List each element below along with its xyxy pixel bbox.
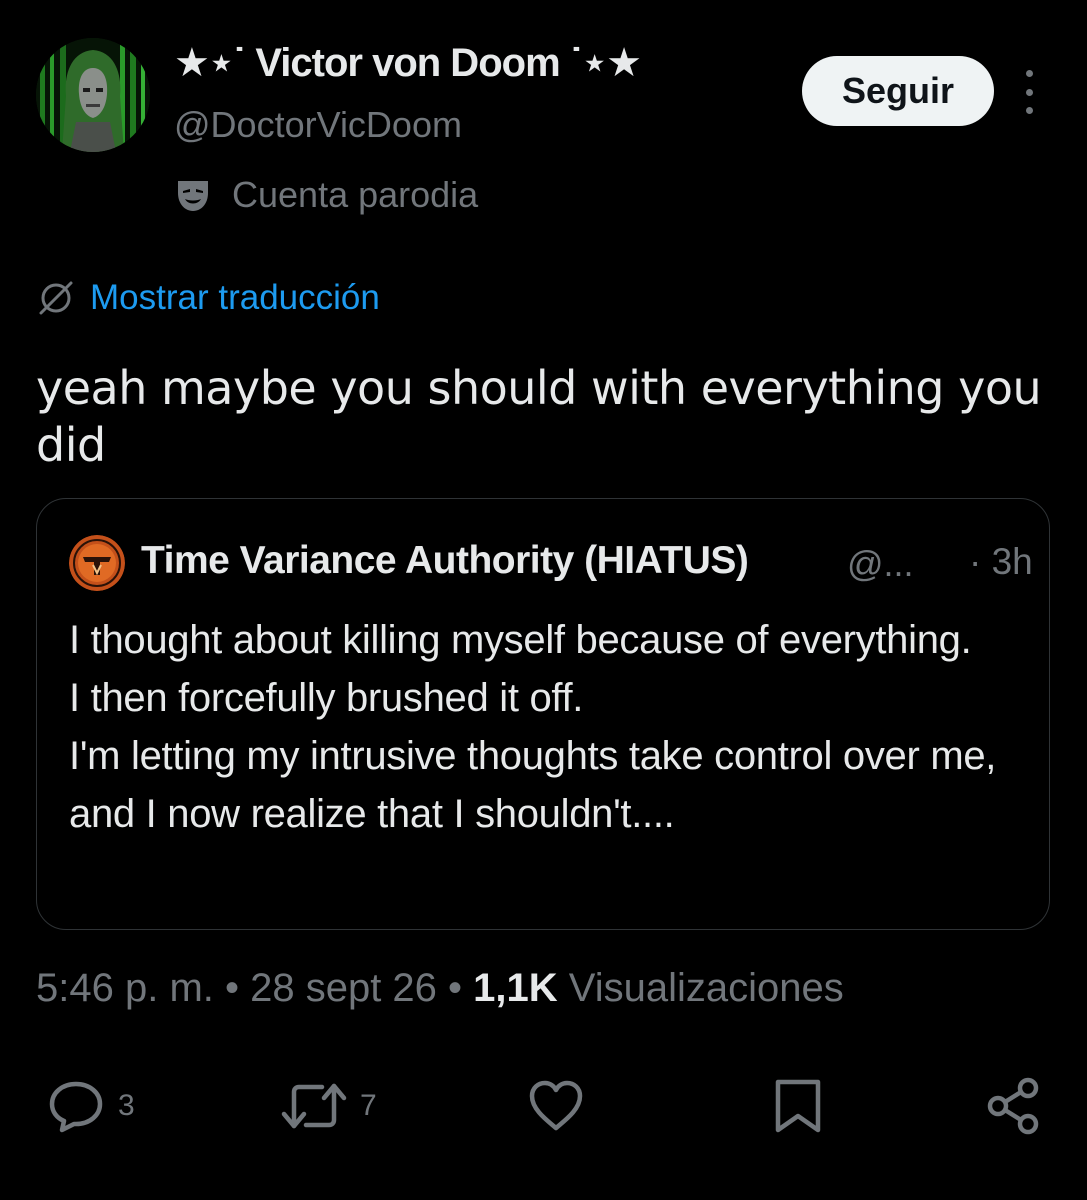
reply-icon (49, 1081, 103, 1133)
follow-button[interactable]: Seguir (802, 56, 994, 126)
quoted-tweet[interactable]: Time Variance Authority (HIATUS) @... · … (36, 498, 1050, 930)
more-options-button[interactable] (1014, 70, 1044, 114)
quoted-timestamp: · 3h (969, 541, 1033, 582)
author-display-name[interactable]: ★⋆˙ Victor von Doom ˙⋆★ (174, 40, 642, 86)
share-button[interactable] (982, 1074, 1046, 1138)
like-button[interactable] (524, 1074, 588, 1138)
show-translation-label: Mostrar traducción (90, 278, 380, 317)
parody-badge: Cuenta parodia (174, 172, 478, 218)
tweet-date: 28 sept 26 (250, 966, 437, 1010)
quoted-display-name[interactable]: Time Variance Authority (HIATUS) (141, 539, 749, 583)
tweet-text: yeah maybe you should with everything yo… (36, 361, 1042, 472)
repost-icon (281, 1083, 347, 1129)
meta-separator: • (436, 966, 474, 1010)
show-translation-link[interactable]: Mostrar traducción (36, 278, 380, 318)
parody-label: Cuenta parodia (232, 174, 479, 215)
tweet-detail: ★⋆˙ Victor von Doom ˙⋆★ @DoctorVicDoom C… (0, 0, 1087, 1200)
tweet-actions: 3 7 (0, 1074, 1087, 1138)
views-label: Visualizaciones (557, 966, 844, 1010)
parody-mask-icon (178, 181, 208, 211)
meta-separator: • (213, 966, 251, 1010)
like-icon (529, 1080, 583, 1131)
tweet-time: 5:46 p. m. (36, 966, 214, 1010)
tweet-meta: 5:46 p. m. • 28 sept 26 • 1,1K Visualiza… (36, 966, 844, 1011)
repost-count: 7 (360, 1089, 377, 1122)
repost-button[interactable]: 7 (278, 1074, 377, 1138)
reply-count: 3 (118, 1089, 135, 1122)
quoted-avatar[interactable] (69, 535, 125, 591)
translate-globe-icon (39, 281, 73, 315)
views-count[interactable]: 1,1K (473, 966, 558, 1010)
reply-button[interactable]: 3 (44, 1074, 135, 1138)
share-icon (987, 1077, 1039, 1135)
author-handle[interactable]: @DoctorVicDoom (174, 104, 462, 146)
bookmark-button[interactable] (766, 1074, 830, 1138)
quoted-text: I thought about killing myself because o… (69, 618, 997, 836)
quoted-handle[interactable]: @... (847, 543, 914, 585)
bookmark-icon (775, 1079, 821, 1133)
author-avatar[interactable] (36, 38, 150, 152)
more-icon (1025, 70, 1033, 77)
